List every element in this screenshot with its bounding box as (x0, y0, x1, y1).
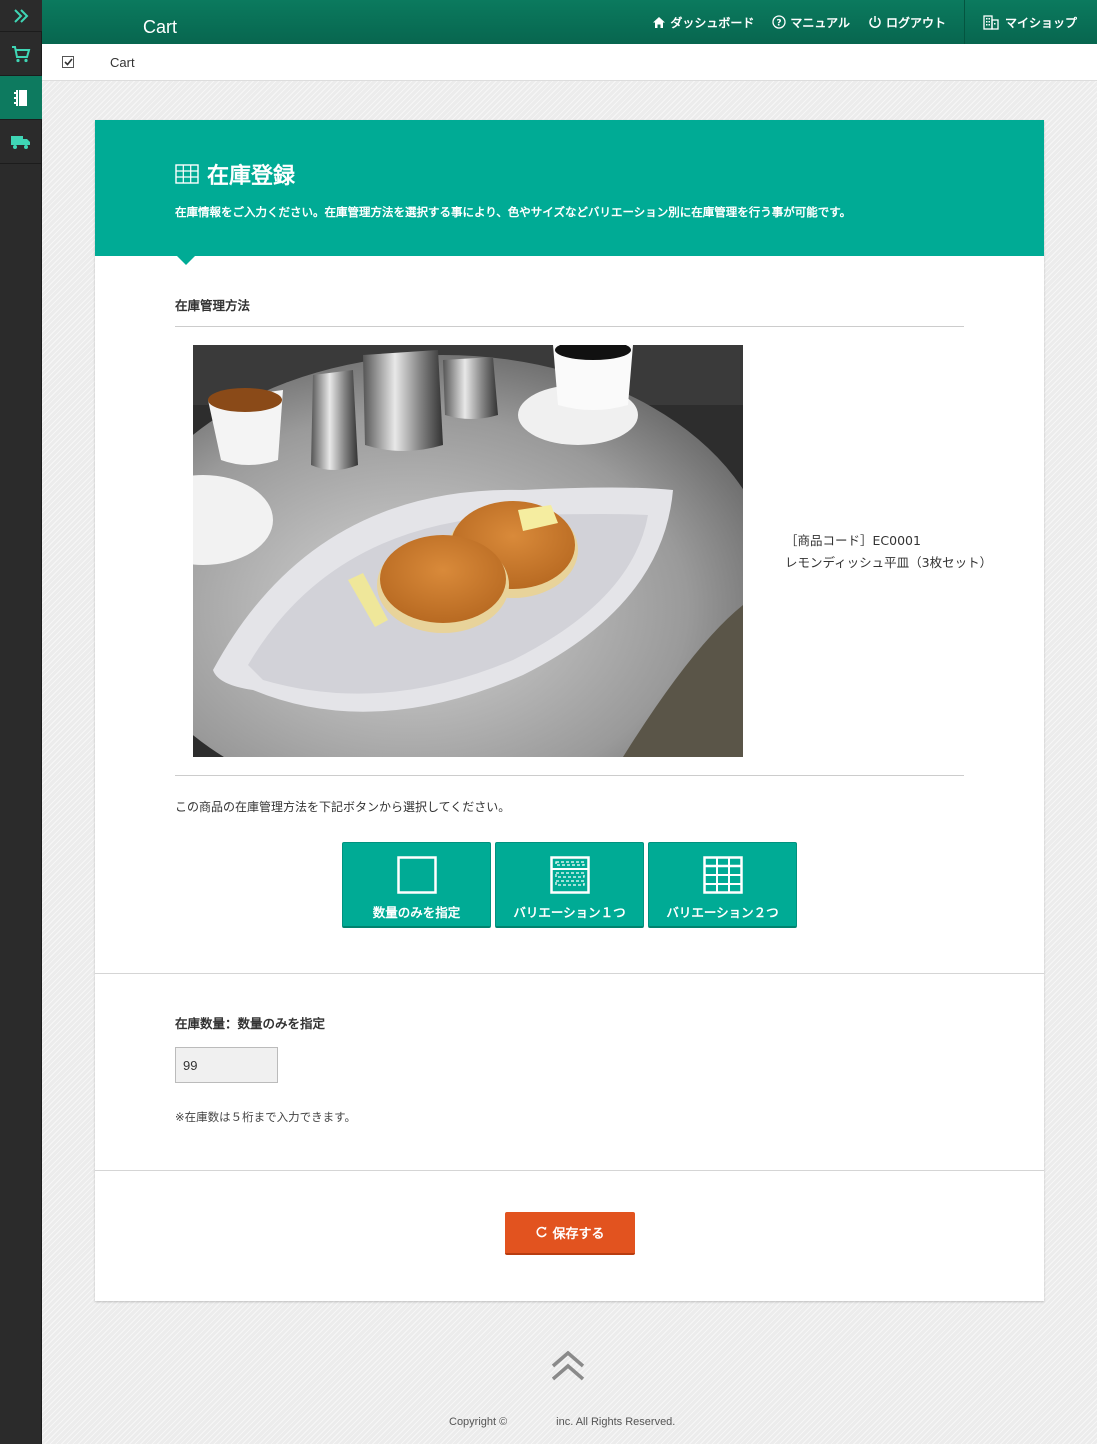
refresh-icon (536, 1226, 548, 1238)
table-icon (175, 164, 199, 184)
method-one-variation-label: バリエーション１つ (513, 905, 626, 920)
save-button[interactable]: 保存する (505, 1212, 635, 1255)
sidebar-item-catalog[interactable] (0, 76, 42, 120)
double-chevron-up-icon (551, 1350, 585, 1381)
page-title-text: 在庫登録 (207, 164, 296, 189)
product-name: レモンディッシュ平皿（3枚セット） (785, 555, 993, 570)
product-code: ［商品コード］EC0001 (785, 533, 921, 548)
app-title: Cart (143, 16, 178, 37)
logout-link[interactable]: ログアウト (868, 14, 946, 31)
back-to-top-button[interactable] (550, 1350, 586, 1386)
logout-label: ログアウト (885, 15, 946, 30)
copyright: Copyright © inc. All Rights Reserved. (449, 1416, 676, 1428)
method-two-variation-button[interactable]: バリエーション２つ (648, 842, 797, 928)
square-icon (396, 856, 437, 894)
stock-registration-card: 在庫登録 在庫情報をご入力ください。在庫管理方法を選択する事により、色やサイズな… (95, 120, 1044, 1301)
method-section-title: 在庫管理方法 (175, 298, 251, 313)
cart-icon (12, 45, 31, 62)
method-buttons: 数量のみを指定 バリエーション１つ バリエーション２つ (342, 842, 797, 928)
section-divider (95, 973, 1044, 974)
section-divider (95, 1170, 1044, 1171)
single-variation-icon (549, 856, 590, 894)
method-two-variation-label: バリエーション２つ (666, 905, 779, 920)
sidebar-expand[interactable] (0, 0, 42, 32)
sidebar-item-cart[interactable] (0, 32, 42, 76)
method-quantity-only-label: 数量のみを指定 (372, 905, 461, 920)
breadcrumb: Cart (42, 44, 1097, 81)
save-button-label: 保存する (552, 1227, 605, 1242)
checkbox-icon[interactable] (62, 56, 74, 68)
grid-icon (702, 856, 743, 894)
dashboard-label: ダッシュボード (670, 15, 755, 30)
stock-quantity-input[interactable] (175, 1047, 278, 1083)
manual-link[interactable]: ? マニュアル (772, 14, 850, 31)
truck-icon (11, 135, 30, 149)
dashboard-link[interactable]: ダッシュボード (652, 14, 754, 31)
breadcrumb-item[interactable]: Cart (110, 55, 135, 70)
method-quantity-only-button[interactable]: 数量のみを指定 (342, 842, 491, 928)
sidebar (0, 0, 42, 1444)
notebook-icon (14, 89, 27, 106)
stock-quantity-label: 在庫数量：数量のみを指定 (175, 1016, 326, 1031)
divider (175, 326, 964, 327)
topbar: Cart ダッシュボード ? マニュアル ログアウト マイショップ (42, 0, 1097, 44)
page-title: 在庫登録 (175, 158, 1044, 190)
home-icon (653, 16, 666, 28)
sidebar-item-shipping[interactable] (0, 120, 42, 164)
method-instruction: この商品の在庫管理方法を下記ボタンから選択してください。 (175, 800, 511, 814)
product-info: ［商品コード］EC0001 レモンディッシュ平皿（3枚セット） (785, 530, 992, 574)
myshop-link[interactable]: マイショップ (963, 0, 1097, 44)
card-header: 在庫登録 在庫情報をご入力ください。在庫管理方法を選択する事により、色やサイズな… (95, 120, 1044, 265)
power-icon (869, 16, 881, 28)
question-icon: ? (772, 15, 786, 29)
manual-label: マニュアル (790, 15, 850, 30)
product-image (193, 345, 743, 757)
method-one-variation-button[interactable]: バリエーション１つ (495, 842, 644, 928)
building-icon (983, 14, 999, 30)
stock-quantity-note: ※在庫数は５桁まで入力できます。 (175, 1110, 356, 1124)
page-description: 在庫情報をご入力ください。在庫管理方法を選択する事により、色やサイズなどバリエー… (175, 205, 852, 219)
top-nav: ダッシュボード ? マニュアル ログアウト マイショップ (652, 0, 1097, 44)
divider (175, 775, 964, 776)
svg-text:?: ? (777, 19, 782, 29)
myshop-label: マイショップ (1004, 15, 1077, 30)
expand-icon (14, 8, 29, 23)
